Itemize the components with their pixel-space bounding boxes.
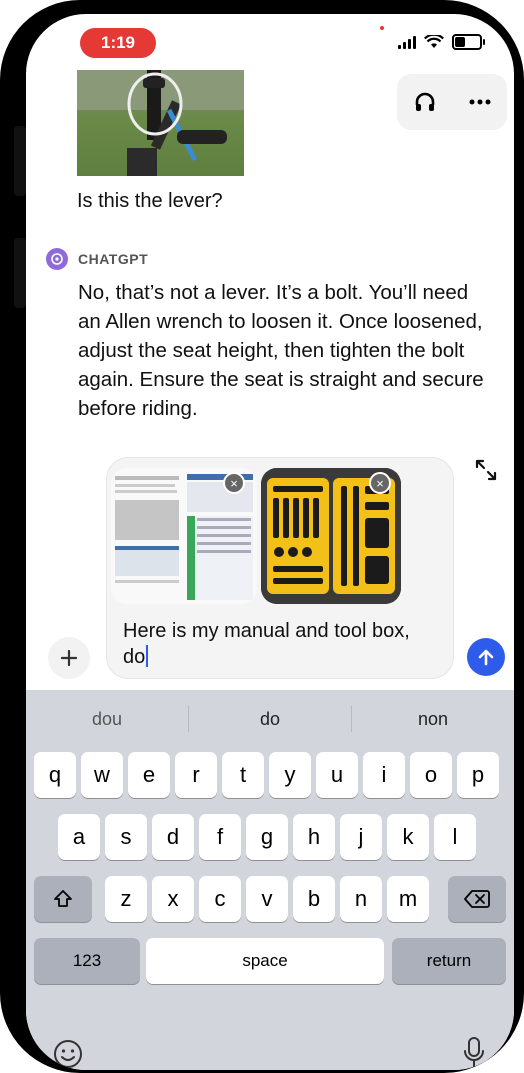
key-r[interactable]: r	[175, 752, 217, 798]
key-h[interactable]: h	[293, 814, 335, 860]
manual-attachment[interactable]: ×	[111, 468, 257, 604]
wifi-icon	[424, 35, 444, 48]
bike-seat-photo[interactable]	[77, 70, 244, 176]
remove-attachment-button[interactable]: ×	[369, 472, 391, 494]
key-m[interactable]: m	[387, 876, 429, 922]
send-button[interactable]	[467, 638, 505, 676]
keyboard: dou do non q w e r t y u i o p a s d f g…	[26, 690, 514, 1070]
key-v[interactable]: v	[246, 876, 288, 922]
key-i[interactable]: i	[363, 752, 405, 798]
suggestion-1[interactable]: dou	[26, 709, 188, 730]
message-input-text: Here is my manual and tool box, do	[123, 620, 410, 668]
key-n[interactable]: n	[340, 876, 382, 922]
message-composer[interactable]: × × Here is my manual and tool box, do	[106, 457, 454, 679]
key-c[interactable]: c	[199, 876, 241, 922]
expand-composer-button[interactable]	[472, 456, 500, 484]
signal-icon	[398, 35, 416, 49]
header-controls	[397, 74, 507, 130]
predictive-suggestions: dou do non	[26, 690, 514, 748]
volume-down-button	[14, 238, 26, 308]
dictation-key[interactable]	[462, 1036, 486, 1070]
remove-attachment-button[interactable]: ×	[223, 472, 245, 494]
backspace-icon	[464, 890, 490, 908]
key-a[interactable]: a	[58, 814, 100, 860]
key-d[interactable]: d	[152, 814, 194, 860]
space-key[interactable]: space	[146, 938, 384, 984]
expand-icon	[475, 459, 497, 481]
assistant-name: CHATGPT	[78, 251, 149, 267]
text-caret	[146, 645, 149, 667]
key-b[interactable]: b	[293, 876, 335, 922]
bike-photo-graphic	[77, 70, 244, 176]
phone-screen: 1:19 Is this the lever? CHATGPT No, that…	[26, 14, 514, 1070]
numbers-key[interactable]: 123	[34, 938, 140, 984]
key-t[interactable]: t	[222, 752, 264, 798]
key-j[interactable]: j	[340, 814, 382, 860]
recording-indicator	[380, 26, 384, 30]
user-message: Is this the lever?	[77, 190, 223, 212]
key-y[interactable]: y	[269, 752, 311, 798]
assistant-message: No, that’s not a lever. It’s a bolt. You…	[78, 281, 484, 420]
key-l[interactable]: l	[434, 814, 476, 860]
add-attachment-button[interactable]	[48, 637, 90, 679]
shift-icon	[54, 890, 72, 907]
volume-up-button	[14, 126, 26, 196]
more-icon	[469, 99, 490, 105]
key-s[interactable]: s	[105, 814, 147, 860]
suggestion-2[interactable]: do	[189, 709, 351, 730]
key-q[interactable]: q	[34, 752, 76, 798]
shift-key[interactable]	[34, 876, 92, 922]
more-options-button[interactable]	[460, 82, 500, 122]
emoji-icon	[54, 1040, 82, 1068]
key-e[interactable]: e	[128, 752, 170, 798]
delete-key[interactable]	[448, 876, 506, 922]
key-x[interactable]: x	[152, 876, 194, 922]
key-g[interactable]: g	[246, 814, 288, 860]
key-z[interactable]: z	[105, 876, 147, 922]
assistant-header: CHATGPT	[46, 248, 148, 270]
key-o[interactable]: o	[410, 752, 452, 798]
status-time: 1:19	[80, 28, 156, 58]
headphones-icon	[415, 92, 434, 111]
emoji-key[interactable]	[52, 1038, 84, 1070]
key-p[interactable]: p	[457, 752, 499, 798]
microphone-icon	[464, 1037, 484, 1068]
toolbox-attachment[interactable]: ×	[261, 468, 401, 604]
chatgpt-logo-icon	[46, 248, 68, 270]
key-f[interactable]: f	[199, 814, 241, 860]
voice-mode-button[interactable]	[405, 82, 445, 122]
key-k[interactable]: k	[387, 814, 429, 860]
message-input[interactable]: Here is my manual and tool box, do	[123, 618, 423, 670]
battery-icon	[452, 34, 485, 50]
key-w[interactable]: w	[81, 752, 123, 798]
plus-icon	[61, 650, 77, 666]
return-key[interactable]: return	[392, 938, 506, 984]
suggestion-3[interactable]: non	[352, 709, 514, 730]
key-u[interactable]: u	[316, 752, 358, 798]
status-icons	[398, 34, 485, 50]
arrow-up-icon	[478, 649, 494, 666]
